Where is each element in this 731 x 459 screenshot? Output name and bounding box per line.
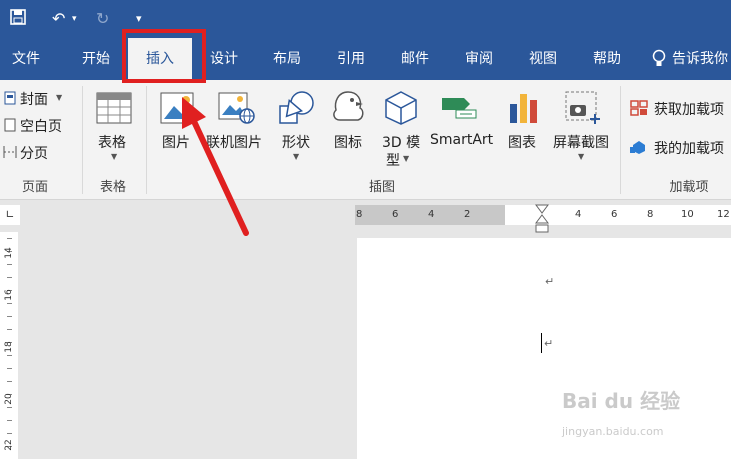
divider xyxy=(146,86,147,194)
3d-model-button[interactable]: 3D 模 xyxy=(382,132,420,152)
ruler-tick xyxy=(7,329,12,330)
annotation-arrow-icon xyxy=(182,97,249,236)
indent-marker-icon[interactable] xyxy=(535,204,549,238)
cover-page-icon xyxy=(4,90,16,105)
ruler-tick xyxy=(7,420,12,421)
redo-icon[interactable]: ↻ xyxy=(96,0,109,38)
ruler-number: 6 xyxy=(392,209,399,220)
undo-icon[interactable]: ↶ xyxy=(52,0,65,38)
ruler-number: 8 xyxy=(647,209,654,220)
save-icon[interactable] xyxy=(10,9,26,25)
my-addins-icon xyxy=(630,139,648,155)
ruler-tick xyxy=(7,238,12,239)
screenshot-button[interactable]: 屏幕截图 xyxy=(553,132,609,152)
tab-file[interactable]: 文件 xyxy=(0,38,52,80)
watermark-url: jingyan.baidu.com xyxy=(562,425,664,438)
table-dropdown-icon[interactable]: ▼ xyxy=(111,152,117,161)
shapes-button[interactable]: 形状 xyxy=(282,132,310,152)
ruler-number: 2 xyxy=(464,209,471,220)
ruler-tick xyxy=(7,381,12,382)
ruler-number: 4 xyxy=(428,209,435,220)
ruler-number: 4 xyxy=(575,209,582,220)
vruler-number: 22 xyxy=(4,439,14,451)
ruler-number: 10 xyxy=(681,209,694,220)
table-button[interactable]: 表格 xyxy=(98,132,126,152)
3d-model-dropdown-icon[interactable]: ▼ xyxy=(403,154,409,163)
store-icon xyxy=(630,100,648,116)
ruler-tick xyxy=(7,316,12,317)
ruler-tick xyxy=(7,277,12,278)
ruler-number: 6 xyxy=(611,209,618,220)
my-addins-button[interactable]: 我的加载项 xyxy=(654,138,724,158)
icons-button[interactable]: 图标 xyxy=(334,132,362,152)
tab-view[interactable]: 视图 xyxy=(514,38,572,80)
table-icon xyxy=(96,92,132,124)
chart-icon xyxy=(508,90,540,124)
vruler-number: 14 xyxy=(4,247,14,259)
tab-layout[interactable]: 布局 xyxy=(258,38,316,80)
tab-review[interactable]: 审阅 xyxy=(450,38,508,80)
ruler-tick xyxy=(7,368,12,369)
undo-dropdown-icon[interactable]: ▾ xyxy=(72,0,77,38)
page-break-icon xyxy=(2,144,18,158)
ribbon: 封面 ▼ 空白页 分页 页面 表格 ▼ 表格 图片 联机图片 形状 ▼ 图标 3… xyxy=(0,80,731,200)
cover-dropdown-icon[interactable]: ▼ xyxy=(56,93,62,102)
tell-me-search[interactable]: 告诉我你 xyxy=(672,38,731,80)
screenshot-dropdown-icon[interactable]: ▼ xyxy=(578,152,584,161)
addins-group-label: 加载项 xyxy=(669,180,709,195)
title-bar: ↶ ▾ ↻ ▾ xyxy=(0,0,731,38)
pages-group-label: 页面 xyxy=(21,180,48,195)
3d-model-label-line2: 型 xyxy=(386,153,400,169)
cover-page-button[interactable]: 封面 xyxy=(20,89,48,109)
3d-model-icon xyxy=(384,90,418,126)
paragraph-mark: ↵ xyxy=(545,275,555,288)
tables-group-label: 表格 xyxy=(99,180,126,195)
tab-selector[interactable]: ∟ xyxy=(0,205,20,225)
ruler-number: 8 xyxy=(356,209,363,220)
ruler-tick xyxy=(7,433,12,434)
shapes-dropdown-icon[interactable]: ▼ xyxy=(293,152,299,161)
tab-references[interactable]: 引用 xyxy=(322,38,380,80)
paragraph-mark: ↵ xyxy=(544,337,554,350)
illustrations-group-label: 插图 xyxy=(368,180,395,195)
lightbulb-icon xyxy=(652,49,666,69)
tab-home[interactable]: 开始 xyxy=(66,38,126,80)
smartart-button[interactable]: SmartArt xyxy=(430,132,493,148)
menu-bar: 文件 开始 插入 设计 布局 引用 邮件 审阅 视图 帮助 告诉我你 xyxy=(0,38,731,80)
tab-mailings[interactable]: 邮件 xyxy=(386,38,444,80)
blank-page-button[interactable]: 空白页 xyxy=(20,116,62,136)
vruler-number: 16 xyxy=(4,289,14,301)
watermark-logo: Bai du 经验 xyxy=(562,389,681,413)
highlight-box xyxy=(122,29,206,83)
get-addins-button[interactable]: 获取加载项 xyxy=(654,99,724,119)
ruler-number: 12 xyxy=(717,209,730,220)
blank-page-icon xyxy=(4,117,16,132)
screenshot-icon xyxy=(564,90,602,126)
icons-icon xyxy=(330,88,366,126)
shapes-icon xyxy=(278,90,316,126)
ruler-tick xyxy=(7,264,12,265)
vruler-number: 20 xyxy=(4,393,14,405)
divider xyxy=(620,86,621,194)
chart-button[interactable]: 图表 xyxy=(508,132,536,152)
smartart-icon xyxy=(442,96,482,122)
vruler-number: 18 xyxy=(4,341,14,353)
page-break-button[interactable]: 分页 xyxy=(20,143,48,163)
divider xyxy=(82,86,83,194)
tab-help[interactable]: 帮助 xyxy=(578,38,636,80)
text-cursor xyxy=(541,333,542,353)
